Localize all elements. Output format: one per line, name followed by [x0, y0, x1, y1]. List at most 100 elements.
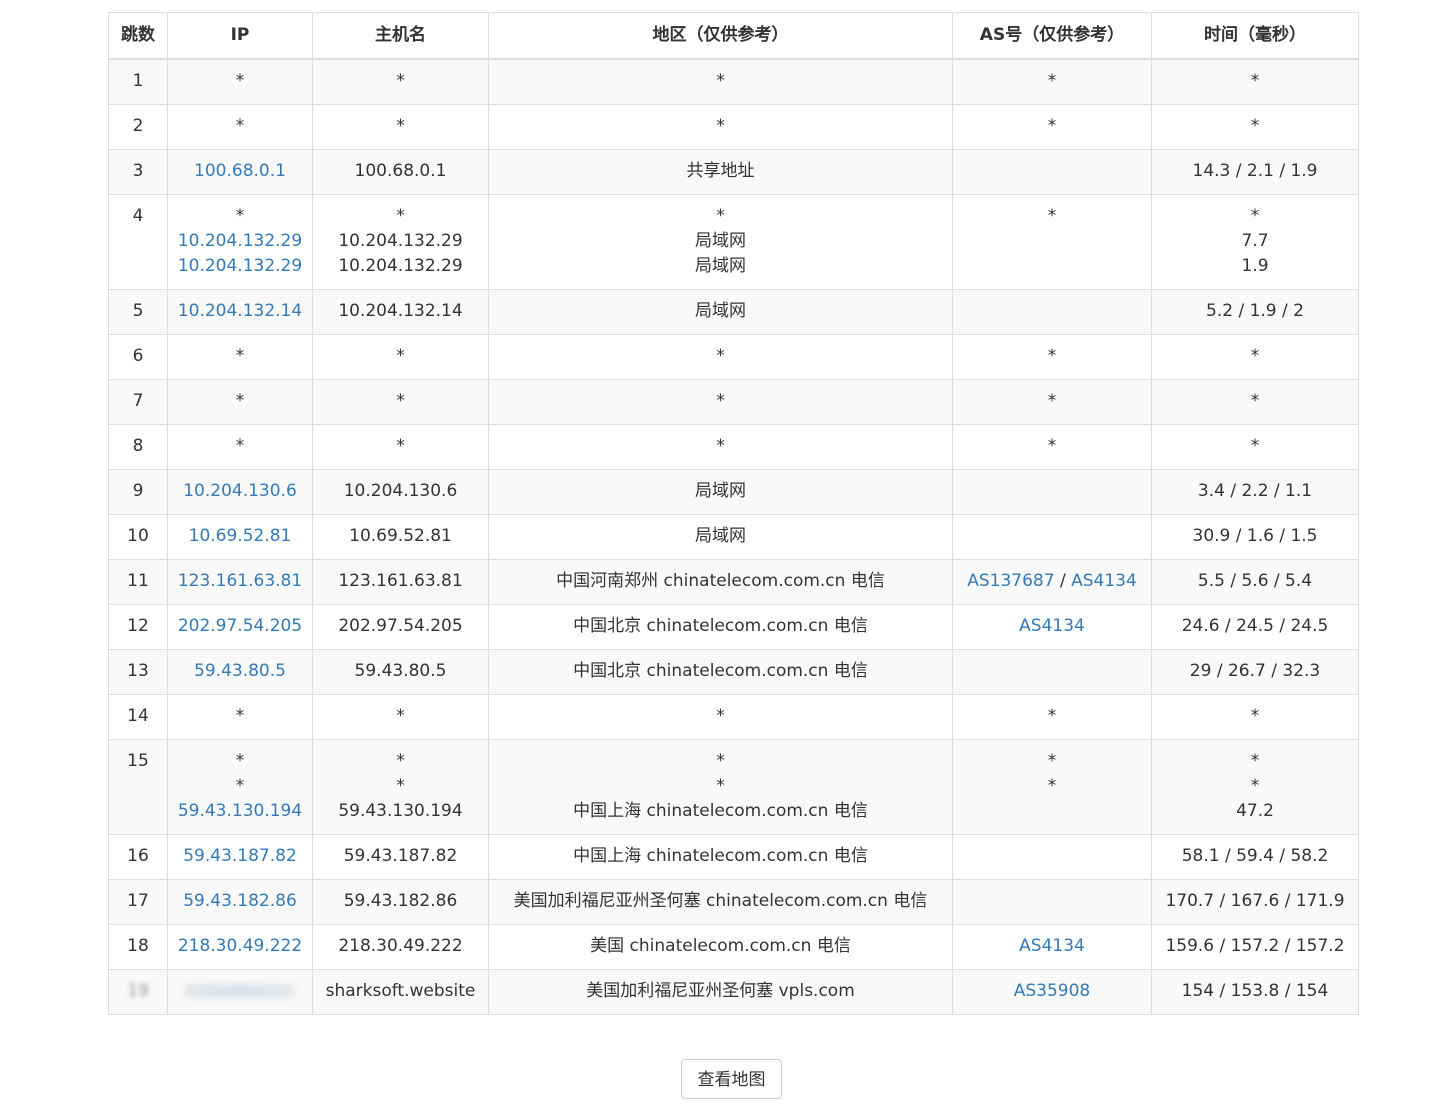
region-text: 共享地址 [686, 161, 755, 181]
cell-hop: 19 [108, 969, 168, 1015]
cell-ip: 59.43.187.82 [167, 834, 313, 880]
as-link[interactable]: AS4134 [1019, 936, 1085, 956]
table-row: 12 202.97.54.205 202.97.54.205 中国北京 chinate… [108, 604, 1359, 650]
cell-ip: 10.204.130.6 [167, 469, 313, 515]
hostname-text: * [396, 436, 405, 456]
ip-link[interactable]: 10.204.132.14 [168, 299, 312, 324]
ip-link[interactable]: 218.30.49.222 [168, 934, 312, 959]
redaction-blur [185, 984, 295, 998]
cell-ip: 59.43.182.86 [167, 879, 313, 925]
cell-time: * * 47.2 [1151, 739, 1359, 835]
table-row: 10 10.69.52.81 10.69.52.81 局域网 30.9 / 1.6 / … [108, 514, 1359, 560]
time-text: 30.9 / 1.6 / 1.5 [1192, 526, 1318, 546]
time-text: 29 / 26.7 / 32.3 [1189, 661, 1321, 681]
ip-link[interactable]: 10.69.52.81 [168, 524, 312, 549]
as-link[interactable]: AS4134 [1071, 571, 1137, 591]
time-text: * [1250, 206, 1260, 226]
cell-as [952, 149, 1152, 195]
hop-number: 12 [127, 616, 149, 636]
hop-number: 13 [127, 661, 149, 681]
table-row: 7 * * * * * [108, 379, 1359, 425]
cell-ip: 202.97.54.205 [167, 604, 313, 650]
cell-hostname: 123.161.63.81 [312, 559, 489, 605]
region-text: 局域网 [695, 301, 746, 321]
as-placeholder: * [1047, 436, 1057, 456]
ip-link[interactable]: 10.204.132.29 [168, 229, 312, 254]
time-text: 3.4 / 2.2 / 1.1 [1197, 481, 1313, 501]
hop-number: 7 [132, 391, 144, 411]
ip-placeholder: * [235, 436, 245, 456]
hostname-text: 218.30.49.222 [338, 936, 463, 956]
cell-time: * [1151, 694, 1359, 740]
region-text: * [716, 116, 725, 136]
region-text: 中国上海 chinatelecom.com.cn 电信 [573, 846, 868, 866]
time-text: * [1250, 751, 1260, 771]
cell-hop: 3 [108, 149, 168, 195]
time-text: * [1250, 706, 1260, 726]
region-text: * [716, 391, 725, 411]
as-line: * [953, 389, 1151, 414]
as-link[interactable]: AS35908 [1014, 981, 1091, 1001]
table-row: 2 * * * * * [108, 104, 1359, 150]
cell-ip: * [167, 334, 313, 380]
cell-ip [167, 969, 313, 1015]
ip-link[interactable]: 123.161.63.81 [168, 569, 312, 594]
hostname-text: 59.43.80.5 [354, 661, 447, 681]
ip-link[interactable]: 59.43.130.194 [168, 799, 312, 824]
hostname-text: 59.43.130.194 [338, 801, 463, 821]
table-row: 13 59.43.80.5 59.43.80.5 中国北京 chinatelecom.… [108, 649, 1359, 695]
cell-hostname: 100.68.0.1 [312, 149, 489, 195]
cell-time: 29 / 26.7 / 32.3 [1151, 649, 1359, 695]
cell-ip: * [167, 424, 313, 470]
cell-hostname: 10.204.130.6 [312, 469, 489, 515]
cell-ip: * [167, 379, 313, 425]
ip-link[interactable]: 10.204.130.6 [168, 479, 312, 504]
cell-ip: * [167, 58, 313, 105]
ip-link[interactable]: 202.97.54.205 [168, 614, 312, 639]
hostname-text: * [396, 206, 405, 226]
ip-link[interactable]: 59.43.187.82 [168, 844, 312, 869]
cell-time: 14.3 / 2.1 / 1.9 [1151, 149, 1359, 195]
as-link[interactable]: AS4134 [1019, 616, 1085, 636]
cell-time: 58.1 / 59.4 / 58.2 [1151, 834, 1359, 880]
time-text: * [1250, 776, 1260, 796]
cell-hop: 9 [108, 469, 168, 515]
ip-placeholder: * [235, 116, 245, 136]
view-map-button[interactable]: 查看地图 [681, 1059, 782, 1099]
header-region: 地区（仅供参考） [488, 12, 953, 60]
as-link[interactable]: AS137687 [967, 571, 1054, 591]
cell-time: 159.6 / 157.2 / 157.2 [1151, 924, 1359, 970]
region-text: 局域网 [695, 231, 746, 251]
cell-region: 局域网 [488, 514, 953, 560]
ip-link[interactable]: 10.204.132.29 [168, 254, 312, 279]
as-line: * [953, 69, 1151, 94]
table-row: 16 59.43.187.82 59.43.187.82 中国上海 chinatele… [108, 834, 1359, 880]
hop-number: 3 [132, 161, 144, 181]
ip-placeholder: * [235, 346, 245, 366]
time-text: 154 / 153.8 / 154 [1181, 981, 1329, 1001]
as-line: AS35908 [953, 979, 1151, 1004]
cell-hostname: * 10.204.132.29 10.204.132.29 [312, 194, 489, 290]
cell-hostname: 10.69.52.81 [312, 514, 489, 560]
ip-link[interactable]: 59.43.182.86 [168, 889, 312, 914]
region-text: 局域网 [695, 526, 746, 546]
as-placeholder: * [1047, 776, 1057, 796]
time-text: 47.2 [1236, 801, 1274, 821]
cell-hostname: * [312, 104, 489, 150]
cell-hostname: * [312, 58, 489, 105]
cell-region: 美国 chinatelecom.com.cn 电信 [488, 924, 953, 970]
ip-link[interactable]: 59.43.80.5 [168, 659, 312, 684]
region-text: 中国河南郑州 chinatelecom.com.cn 电信 [556, 571, 885, 591]
as-placeholder: * [1047, 706, 1057, 726]
cell-as [952, 469, 1152, 515]
time-text: 14.3 / 2.1 / 1.9 [1192, 161, 1318, 181]
time-text: * [1250, 71, 1260, 91]
cell-region: 中国北京 chinatelecom.com.cn 电信 [488, 604, 953, 650]
cell-ip: 218.30.49.222 [167, 924, 313, 970]
ip-link[interactable]: 100.68.0.1 [168, 159, 312, 184]
cell-as: * [952, 424, 1152, 470]
cell-as: * [952, 194, 1152, 290]
cell-time: 5.5 / 5.6 / 5.4 [1151, 559, 1359, 605]
table-row: 18 218.30.49.222 218.30.49.222 美国 chinatele… [108, 924, 1359, 970]
cell-region: 中国上海 chinatelecom.com.cn 电信 [488, 834, 953, 880]
